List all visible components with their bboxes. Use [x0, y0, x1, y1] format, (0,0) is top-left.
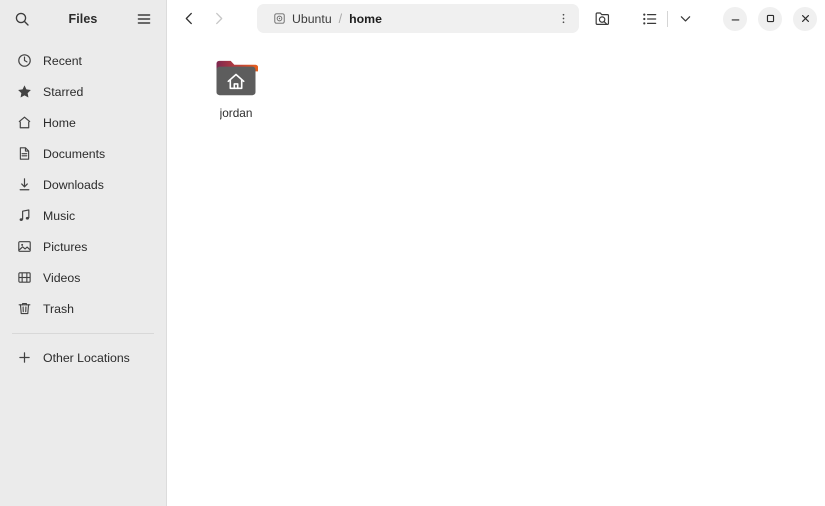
window-body: Files Recent Starred Home Documents Down…	[0, 0, 825, 506]
drive-icon	[273, 12, 286, 25]
three-dots-vertical-icon[interactable]	[551, 7, 575, 30]
sidebar-item-label: Music	[43, 208, 76, 223]
sidebar-item-label: Home	[43, 115, 76, 130]
sidebar-item-label: Trash	[43, 301, 74, 316]
sidebar-item-label: Videos	[43, 270, 81, 285]
forward-button[interactable]	[204, 5, 232, 33]
breadcrumb: Ubuntu / home	[257, 4, 579, 33]
breadcrumb-label: Ubuntu	[292, 11, 332, 26]
sidebar-header: Files	[0, 0, 166, 37]
file-grid[interactable]: jordan	[167, 37, 825, 506]
sidebar-item-trash[interactable]: Trash	[7, 293, 159, 324]
search-folder-icon[interactable]	[588, 5, 616, 33]
trash-icon	[16, 300, 33, 317]
sidebar-item-music[interactable]: Music	[7, 200, 159, 231]
plus-icon	[16, 349, 33, 366]
sidebar-item-documents[interactable]: Documents	[7, 138, 159, 169]
star-icon	[16, 83, 33, 100]
sidebar-item-pictures[interactable]: Pictures	[7, 231, 159, 262]
image-icon	[16, 238, 33, 255]
download-icon	[16, 176, 33, 193]
chevron-down-icon[interactable]	[671, 5, 699, 33]
breadcrumb-item-home[interactable]: home	[343, 7, 388, 30]
sidebar-item-label: Downloads	[43, 177, 104, 192]
sidebar-item-label: Pictures	[43, 239, 88, 254]
document-icon	[16, 145, 33, 162]
clock-icon	[16, 52, 33, 69]
list-view-icon[interactable]	[636, 5, 664, 33]
file-label: jordan	[219, 106, 253, 120]
hamburger-menu-icon[interactable]	[131, 6, 157, 32]
breadcrumb-item-ubuntu[interactable]: Ubuntu	[267, 7, 338, 30]
sidebar-item-starred[interactable]: Starred	[7, 76, 159, 107]
home-icon	[16, 114, 33, 131]
file-item-jordan[interactable]: jordan	[193, 51, 279, 126]
maximize-button[interactable]	[758, 6, 782, 31]
close-button[interactable]	[793, 6, 817, 31]
minimize-button[interactable]	[723, 6, 747, 31]
sidebar-item-label: Other Locations	[43, 350, 130, 365]
sidebar-item-other-locations[interactable]: Other Locations	[7, 342, 159, 373]
app-title: Files	[68, 11, 98, 26]
sidebar-divider	[12, 333, 154, 334]
sidebar-item-label: Documents	[43, 146, 106, 161]
breadcrumb-label: home	[349, 11, 382, 26]
sidebar-item-home[interactable]: Home	[7, 107, 159, 138]
sidebar: Files Recent Starred Home Documents Down…	[0, 0, 167, 506]
files-window: Files Recent Starred Home Documents Down…	[0, 0, 825, 506]
main-panel: Ubuntu / home jordan	[167, 0, 825, 506]
sidebar-item-videos[interactable]: Videos	[7, 262, 159, 293]
sidebar-places-list: Recent Starred Home Documents Downloads …	[0, 37, 166, 373]
sidebar-item-downloads[interactable]: Downloads	[7, 169, 159, 200]
home-folder-icon	[214, 57, 259, 99]
back-button[interactable]	[175, 5, 203, 33]
sidebar-item-label: Recent	[43, 53, 82, 68]
search-icon[interactable]	[9, 6, 35, 32]
sidebar-item-label: Starred	[43, 84, 84, 99]
toolbar-separator	[667, 10, 668, 27]
sidebar-item-recent[interactable]: Recent	[7, 45, 159, 76]
video-icon	[16, 269, 33, 286]
music-note-icon	[16, 207, 33, 224]
toolbar: Ubuntu / home	[167, 0, 825, 37]
